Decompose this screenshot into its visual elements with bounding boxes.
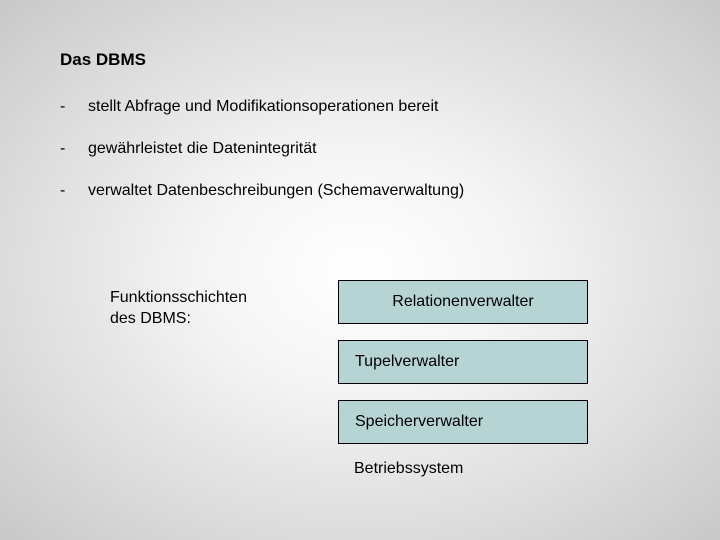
layer-box-speicher: Speicherverwalter bbox=[338, 400, 588, 444]
bullet-list: - stellt Abfrage und Modifikationsoperat… bbox=[60, 98, 660, 200]
layers-label: Funktionsschichten des DBMS: bbox=[110, 288, 247, 330]
bullet-dash: - bbox=[60, 98, 88, 116]
layer-box-tupel: Tupelverwalter bbox=[338, 340, 588, 384]
layer-text-betriebssystem: Betriebssystem bbox=[338, 460, 588, 478]
slide-title: Das DBMS bbox=[60, 50, 660, 70]
layers-stack: Relationenverwalter Tupelverwalter Speic… bbox=[338, 280, 588, 478]
bullet-dash: - bbox=[60, 182, 88, 200]
bullet-text: gewährleistet die Datenintegrität bbox=[88, 140, 317, 158]
bullet-text: stellt Abfrage und Modifikationsoperatio… bbox=[88, 98, 438, 116]
layer-box-label: Tupelverwalter bbox=[355, 353, 459, 371]
layer-box-label: Relationenverwalter bbox=[392, 293, 533, 311]
list-item: - stellt Abfrage und Modifikationsoperat… bbox=[60, 98, 660, 116]
layer-box-label: Speicherverwalter bbox=[355, 413, 483, 431]
bullet-text: verwaltet Datenbeschreibungen (Schemaver… bbox=[88, 182, 464, 200]
layers-label-line1: Funktionsschichten bbox=[110, 289, 247, 306]
layer-box-relationen: Relationenverwalter bbox=[338, 280, 588, 324]
list-item: - verwaltet Datenbeschreibungen (Schemav… bbox=[60, 182, 660, 200]
list-item: - gewährleistet die Datenintegrität bbox=[60, 140, 660, 158]
bullet-dash: - bbox=[60, 140, 88, 158]
slide: Das DBMS - stellt Abfrage und Modifikati… bbox=[0, 0, 720, 540]
layers-label-line2: des DBMS: bbox=[110, 310, 191, 327]
